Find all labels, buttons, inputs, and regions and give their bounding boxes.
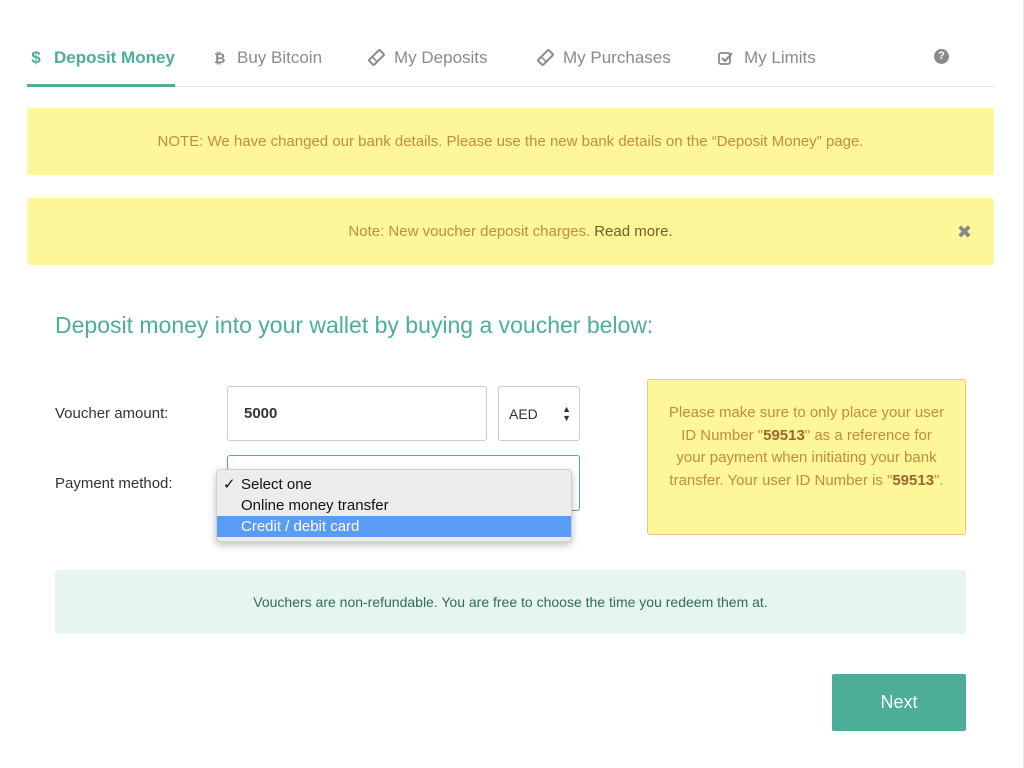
user-id: 59513: [892, 471, 935, 489]
payment-method-dropdown: ✓ Select one Online money transfer Credi…: [216, 469, 572, 542]
payment-method-label: Payment method:: [55, 475, 173, 492]
page-title: Deposit money into your wallet by buying…: [55, 312, 654, 338]
tab-my-deposits[interactable]: My Deposits: [367, 30, 488, 85]
voucher-charges-notice: Note: New voucher deposit charges. Read …: [27, 198, 994, 265]
option-label: Select one: [241, 476, 312, 493]
checkbox-icon: [717, 50, 735, 66]
currency-select[interactable]: AED ▲ ▼: [498, 386, 580, 441]
tab-label: My Purchases: [563, 47, 671, 67]
non-refundable-note: Vouchers are non-refundable. You are fre…: [55, 570, 966, 634]
checkmark-icon: ✓: [223, 476, 236, 493]
info-text: ".: [934, 471, 944, 489]
dropdown-option[interactable]: ✓ Select one: [217, 474, 571, 495]
page: $ Deposit Money ₿ Buy Bitcoin My Deposit…: [0, 0, 1024, 768]
notice-text: Note: New voucher deposit charges.: [348, 223, 591, 240]
reference-info-box: Please make sure to only place your user…: [647, 379, 966, 535]
dropdown-option[interactable]: Online money transfer: [217, 495, 571, 516]
refund-note-text: Vouchers are non-refundable. You are fre…: [253, 594, 768, 610]
ticket-icon: [367, 49, 385, 66]
ticket-icon: [536, 49, 554, 66]
dollar-icon: $: [31, 47, 41, 67]
option-label: Online money transfer: [241, 497, 389, 514]
voucher-amount-label: Voucher amount:: [55, 405, 169, 422]
tab-my-purchases[interactable]: My Purchases: [536, 30, 671, 85]
option-label: Credit / debit card: [241, 518, 360, 535]
voucher-amount-input[interactable]: [227, 386, 487, 441]
user-id: 59513: [763, 426, 805, 444]
next-button[interactable]: Next: [832, 674, 966, 731]
tab-label: My Deposits: [394, 47, 488, 67]
tab-label: My Limits: [744, 47, 816, 67]
read-more-link[interactable]: Read more.: [594, 223, 672, 240]
bitcoin-icon: ₿: [210, 50, 228, 66]
tab-deposit-money[interactable]: $ Deposit Money: [27, 30, 175, 87]
bank-details-notice: NOTE: We have changed our bank details. …: [27, 108, 994, 175]
dropdown-option[interactable]: Credit / debit card: [217, 516, 571, 537]
nav-tabs: $ Deposit Money ₿ Buy Bitcoin My Deposit…: [27, 30, 994, 87]
tab-buy-bitcoin[interactable]: ₿ Buy Bitcoin: [210, 30, 322, 85]
notice-text: NOTE: We have changed our bank details. …: [157, 133, 864, 150]
tab-label: Deposit Money: [54, 47, 175, 67]
tab-label: Buy Bitcoin: [237, 47, 323, 67]
currency-value: AED: [509, 405, 538, 422]
select-arrows-icon: ▲▼: [562, 404, 571, 423]
close-icon[interactable]: ✖: [957, 222, 972, 243]
help-icon[interactable]: ?: [934, 49, 949, 64]
svg-text:₿: ₿: [214, 51, 225, 66]
tab-my-limits[interactable]: My Limits: [717, 30, 816, 85]
